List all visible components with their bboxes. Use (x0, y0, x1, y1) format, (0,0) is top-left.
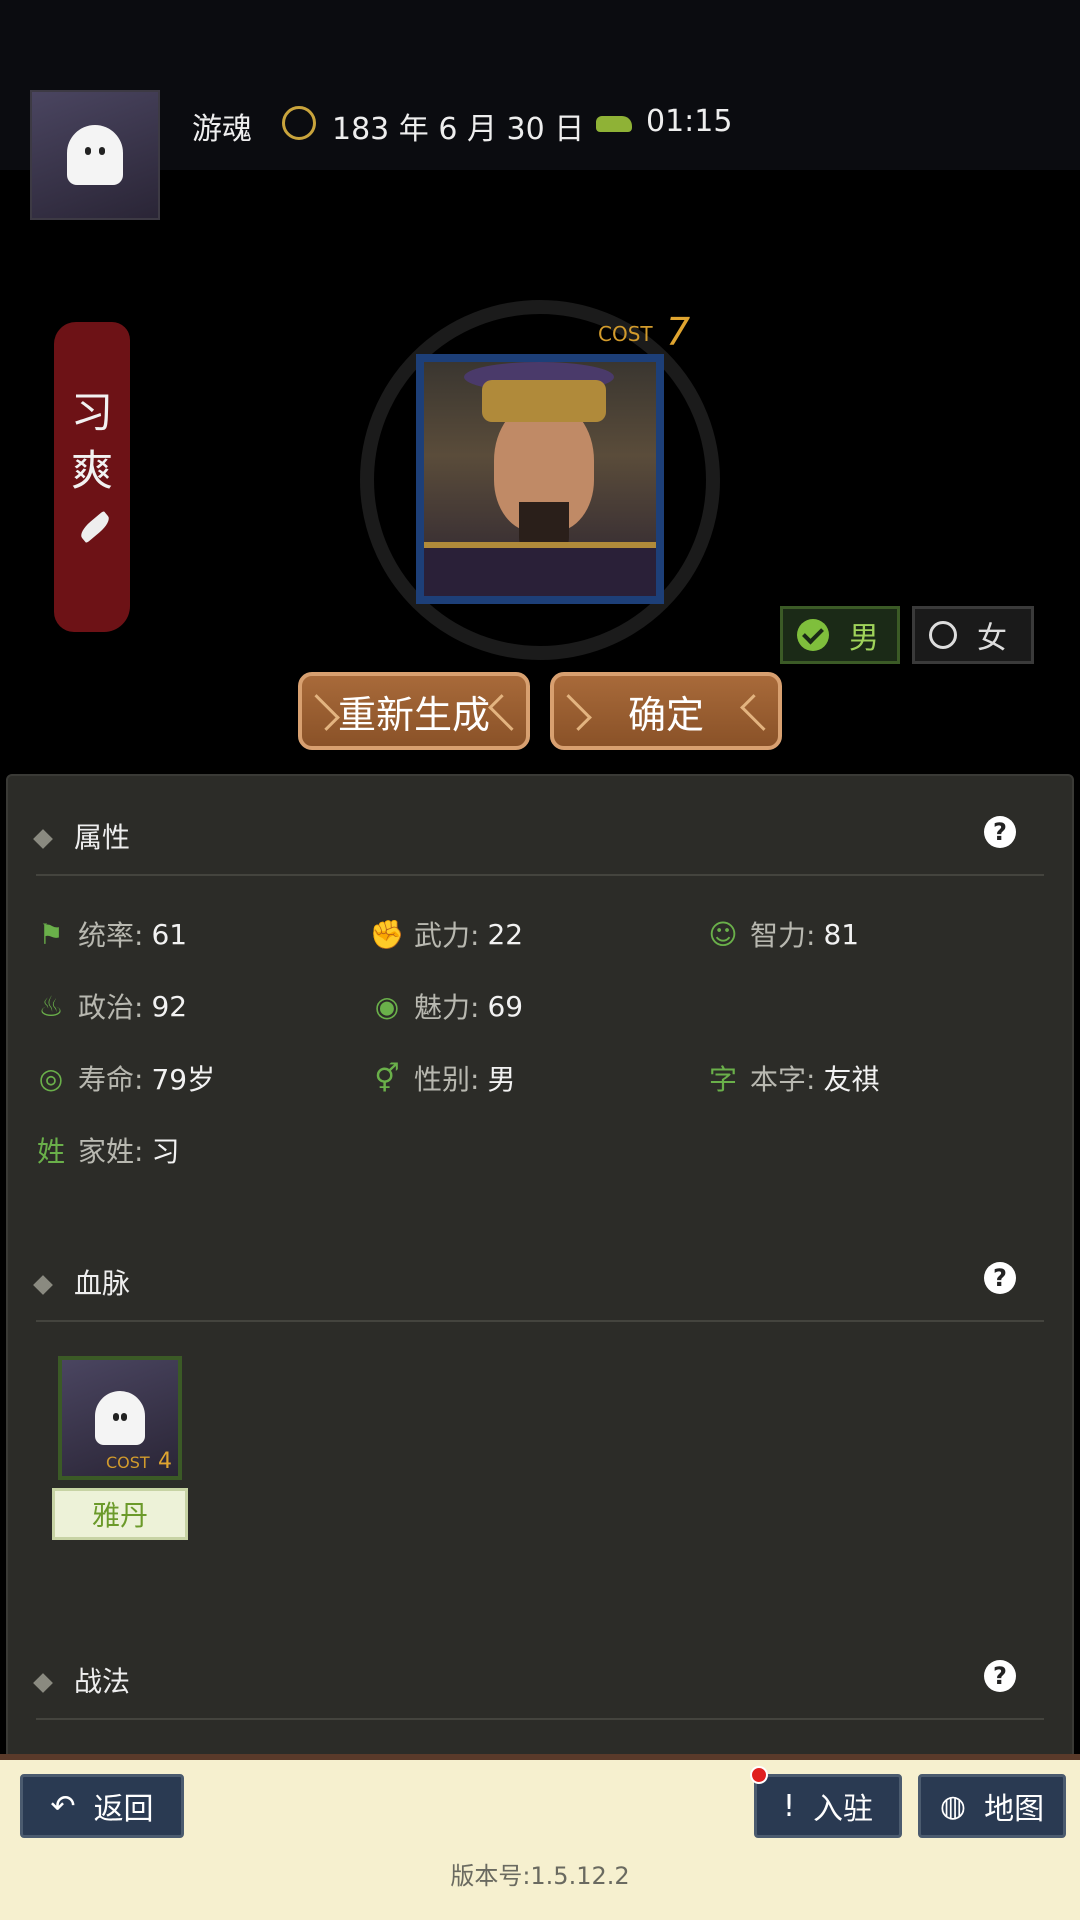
cost-label: COST (598, 322, 653, 346)
brain-icon: ☺ (708, 917, 738, 951)
attr-leadership: ⚑ 统率: 61 (36, 914, 187, 954)
attributes-section-title: 属性 (33, 816, 130, 856)
divider (36, 1320, 1044, 1322)
gender-icon: ⚥ (374, 1061, 400, 1095)
gender-male-label: 男 (849, 621, 879, 656)
pot-icon: ♨ (38, 989, 64, 1023)
tactics-section-title: 战法 (33, 1660, 130, 1700)
lineage-card[interactable]: COST 4 (58, 1356, 182, 1480)
attr-politics: ♨ 政治: 92 (36, 986, 187, 1026)
name-char-2: 爽 (70, 446, 113, 495)
station-button[interactable]: ! 入驻 (754, 1774, 902, 1838)
lineage-cost-label: COST (106, 1453, 150, 1472)
diamond-icon (33, 1673, 53, 1693)
attr-family-name: 姓 家姓: 习 (36, 1135, 180, 1168)
eye-icon: ◉ (374, 989, 400, 1023)
ghost-icon (95, 1391, 145, 1445)
divider (36, 874, 1044, 876)
notification-dot (750, 1766, 768, 1784)
player-name: 游魂 (192, 112, 252, 147)
gender-male-option[interactable]: 男 (780, 606, 900, 664)
feather-icon (72, 506, 112, 546)
attr-intelligence: ☺ 智力: 81 (708, 917, 860, 953)
top-bar-edge (0, 160, 1080, 174)
version-text: 版本号:1.5.12.2 (450, 1862, 630, 1890)
ghost-icon (67, 125, 123, 185)
radio-icon (929, 621, 957, 649)
regenerate-button[interactable]: 重新生成 (298, 672, 530, 750)
lineage-cost-value: 4 (158, 1449, 172, 1474)
gender-female-label: 女 (977, 621, 1007, 656)
lineage-section-title: 血脉 (33, 1262, 130, 1302)
player-avatar[interactable] (30, 90, 160, 220)
surname-char-icon: 姓 (36, 1135, 65, 1168)
divider (36, 1718, 1044, 1720)
globe-icon: ◍ (939, 1788, 967, 1824)
attr-courtesy-name: 字 本字: 友祺 (708, 1063, 880, 1096)
calendar-icon (282, 106, 316, 140)
game-time: 01:15 (646, 104, 733, 139)
attr-charisma: ◉ 魅力: 69 (372, 986, 523, 1026)
attr-gender: ⚥ 性别: 男 (372, 1058, 515, 1098)
flag-icon: ⚑ (38, 917, 64, 951)
name-banner: 习 爽 (54, 322, 130, 632)
lineage-help-icon[interactable]: ? (984, 1262, 1016, 1294)
name-char-1: 习 (70, 388, 113, 437)
station-label: 入驻 (813, 1792, 874, 1827)
diamond-icon (33, 829, 53, 849)
map-label: 地图 (984, 1792, 1045, 1827)
lifespan-icon: ◎ (38, 1061, 64, 1095)
game-date: 183 年 6 月 30 日 (332, 112, 585, 147)
back-arrow-icon: ↶ (50, 1788, 76, 1824)
attr-strength: ✊ 武力: 22 (369, 917, 524, 953)
courtesy-char-icon: 字 (708, 1063, 737, 1096)
check-icon (797, 619, 829, 651)
portrait-hat (482, 380, 606, 422)
attributes-help-icon[interactable]: ? (984, 816, 1016, 848)
diamond-icon (33, 1275, 53, 1295)
gender-female-option[interactable]: 女 (912, 606, 1034, 664)
portrait-robe (424, 542, 656, 596)
attr-lifespan: ◎ 寿命: 79岁 (36, 1058, 215, 1098)
exclamation-icon: ! (782, 1788, 796, 1824)
back-button[interactable]: ↶ 返回 (20, 1774, 184, 1838)
tactics-help-icon[interactable]: ? (984, 1660, 1016, 1692)
map-button[interactable]: ◍ 地图 (918, 1774, 1066, 1838)
character-portrait (416, 354, 664, 604)
confirm-button[interactable]: 确定 (550, 672, 782, 750)
lineage-name-tag[interactable]: 雅丹 (52, 1488, 188, 1540)
arm-icon: ✊ (369, 917, 405, 951)
cost-value: 7 (666, 310, 691, 354)
horse-icon (596, 116, 632, 132)
back-label: 返回 (93, 1792, 154, 1827)
